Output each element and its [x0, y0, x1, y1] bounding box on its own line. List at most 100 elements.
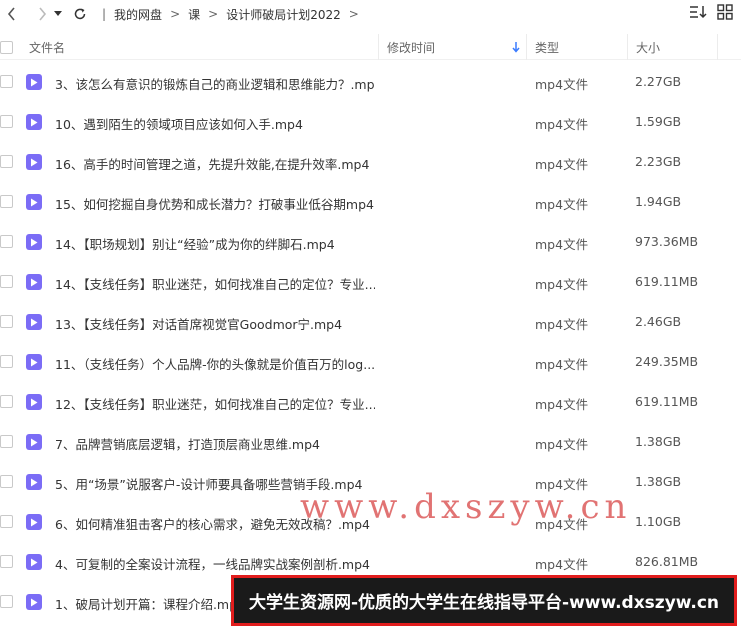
file-row[interactable]: 15、如何挖掘自身优势和成长潜力？打破事业低谷期mp4... mp4文件 1.9… [0, 182, 741, 222]
column-header-modified[interactable]: 修改时间 [378, 34, 526, 60]
row-checkbox[interactable] [0, 515, 13, 528]
file-type: mp4文件 [535, 557, 589, 572]
top-navigation-bar: | 我的网盘 > 课 > 设计师破局计划2022 > [0, 0, 741, 28]
file-name[interactable]: 15、如何挖掘自身优势和成长潜力？打破事业低谷期mp4... [55, 194, 375, 213]
row-checkbox[interactable] [0, 75, 13, 88]
file-type: mp4文件 [535, 517, 589, 532]
row-checkbox[interactable] [0, 595, 13, 608]
file-name[interactable]: 5、用“场景”说服客户-设计师要具备哪些营销手段.mp4 [55, 474, 375, 493]
row-checkbox[interactable] [0, 195, 13, 208]
promo-banner-text: 大学生资源网-优质的大学生在线指导平台-www.dxszyw.cn [248, 593, 720, 613]
row-checkbox[interactable] [0, 355, 13, 368]
file-row[interactable]: 14、【职场规划】别让“经验”成为你的绊脚石.mp4 mp4文件 973.36M… [0, 222, 741, 262]
row-checkbox[interactable] [0, 115, 13, 128]
file-name[interactable]: 10、遇到陌生的领域项目应该如何入手.mp4 [55, 114, 375, 133]
breadcrumb-separator: | [102, 7, 107, 21]
video-file-icon [26, 394, 42, 410]
row-checkbox[interactable] [0, 155, 13, 168]
file-name[interactable]: 16、高手的时间管理之道，先提升效能,在提升效率.mp4 [55, 154, 375, 173]
file-size: 1.10GB [635, 514, 682, 529]
file-row[interactable]: 12、【支线任务】职业迷茫，如何找准自己的定位？专业... mp4文件 619.… [0, 382, 741, 422]
breadcrumb: | 我的网盘 > 课 > 设计师破局计划2022 > [102, 6, 365, 23]
file-size: 1.38GB [635, 474, 682, 489]
file-name[interactable]: 14、【职场规划】别让“经验”成为你的绊脚石.mp4 [55, 234, 375, 253]
video-file-icon [26, 514, 42, 530]
row-checkbox[interactable] [0, 435, 13, 448]
file-name[interactable]: 12、【支线任务】职业迷茫，如何找准自己的定位？专业... [55, 394, 375, 413]
file-row[interactable]: 11、（支线任务）个人品牌-你的头像就是价值百万的log... mp4文件 24… [0, 342, 741, 382]
file-row[interactable]: 5、用“场景”说服客户-设计师要具备哪些营销手段.mp4 mp4文件 1.38G… [0, 462, 741, 502]
file-size: 2.27GB [635, 74, 682, 89]
file-row[interactable]: 10、遇到陌生的领域项目应该如何入手.mp4 mp4文件 1.59GB [0, 102, 741, 142]
file-type: mp4文件 [535, 437, 589, 452]
file-name[interactable]: 11、（支线任务）个人品牌-你的头像就是价值百万的log... [55, 354, 375, 373]
forward-button[interactable] [32, 4, 52, 24]
file-row[interactable]: 6、如何精准狙击客户的核心需求，避免无效改稿？.mp4 mp4文件 1.10GB [0, 502, 741, 542]
file-row[interactable]: 3、该怎么有意识的锻炼自己的商业逻辑和思维能力？.mp4 mp4文件 2.27G… [0, 62, 741, 102]
video-file-icon [26, 314, 42, 330]
file-size: 1.59GB [635, 114, 682, 129]
column-header-modified-label: 修改时间 [387, 40, 436, 55]
file-name[interactable]: 13、【支线任务】对话首席视觉官Goodmor宁.mp4 [55, 314, 375, 333]
video-file-icon [26, 114, 42, 130]
file-size: 619.11MB [635, 274, 699, 289]
file-size: 619.11MB [635, 394, 699, 409]
breadcrumb-chevron: > [170, 7, 181, 21]
file-list: 3、该怎么有意识的锻炼自己的商业逻辑和思维能力？.mp4 mp4文件 2.27G… [0, 62, 741, 622]
file-type: mp4文件 [535, 357, 589, 372]
sort-list-icon[interactable] [689, 4, 707, 20]
breadcrumb-item-current[interactable]: 设计师破局计划2022 [224, 6, 343, 23]
file-name[interactable]: 14、【支线任务】职业迷茫，如何找准自己的定位？专业... [55, 274, 375, 293]
row-checkbox[interactable] [0, 235, 13, 248]
row-checkbox[interactable] [0, 275, 13, 288]
file-row[interactable]: 14、【支线任务】职业迷茫，如何找准自己的定位？专业... mp4文件 619.… [0, 262, 741, 302]
file-name[interactable]: 6、如何精准狙击客户的核心需求，避免无效改稿？.mp4 [55, 514, 375, 533]
file-type: mp4文件 [535, 277, 589, 292]
promo-banner: 大学生资源网-优质的大学生在线指导平台-www.dxszyw.cn [231, 575, 737, 626]
back-button[interactable] [2, 4, 22, 24]
file-name[interactable]: 7、品牌营销底层逻辑，打造顶层商业思维.mp4 [55, 434, 375, 453]
video-file-icon [26, 554, 42, 570]
caret-down-icon [54, 11, 62, 16]
select-all-checkbox[interactable] [0, 40, 13, 54]
file-type: mp4文件 [535, 197, 589, 212]
video-file-icon [26, 74, 42, 90]
file-type: mp4文件 [535, 77, 589, 92]
refresh-icon [74, 8, 86, 20]
file-size: 2.23GB [635, 154, 682, 169]
row-checkbox[interactable] [0, 475, 13, 488]
file-size: 1.38GB [635, 434, 682, 449]
file-type: mp4文件 [535, 477, 589, 492]
video-file-icon [26, 194, 42, 210]
chevron-right-icon [39, 7, 47, 21]
file-type: mp4文件 [535, 397, 589, 412]
row-checkbox[interactable] [0, 315, 13, 328]
column-header-type[interactable]: 类型 [526, 34, 627, 60]
select-all-cell [0, 34, 13, 60]
row-checkbox[interactable] [0, 395, 13, 408]
chevron-left-icon [7, 7, 15, 21]
file-row[interactable]: 16、高手的时间管理之道，先提升效能,在提升效率.mp4 mp4文件 2.23G… [0, 142, 741, 182]
history-dropdown-button[interactable] [52, 4, 64, 24]
file-type: mp4文件 [535, 157, 589, 172]
row-checkbox[interactable] [0, 555, 13, 568]
file-type: mp4文件 [535, 117, 589, 132]
refresh-button[interactable] [70, 4, 90, 24]
file-name[interactable]: 3、该怎么有意识的锻炼自己的商业逻辑和思维能力？.mp4 [55, 74, 375, 93]
file-type: mp4文件 [535, 317, 589, 332]
breadcrumb-item-root[interactable]: 我的网盘 [112, 6, 164, 23]
breadcrumb-chevron: > [208, 7, 219, 21]
file-type: mp4文件 [535, 237, 589, 252]
breadcrumb-item-course[interactable]: 课 [186, 6, 202, 23]
video-file-icon [26, 474, 42, 490]
column-header-name[interactable]: 文件名 [29, 34, 65, 60]
column-header-size[interactable]: 大小 [627, 34, 717, 60]
video-file-icon [26, 354, 42, 370]
video-file-icon [26, 274, 42, 290]
grid-view-icon[interactable] [717, 4, 733, 20]
file-size: 2.46GB [635, 314, 682, 329]
file-name[interactable]: 4、可复制的全案设计流程，一线品牌实战案例剖析.mp4 [55, 554, 375, 573]
file-row[interactable]: 13、【支线任务】对话首席视觉官Goodmor宁.mp4 mp4文件 2.46G… [0, 302, 741, 342]
view-controls [689, 4, 733, 20]
file-row[interactable]: 7、品牌营销底层逻辑，打造顶层商业思维.mp4 mp4文件 1.38GB [0, 422, 741, 462]
